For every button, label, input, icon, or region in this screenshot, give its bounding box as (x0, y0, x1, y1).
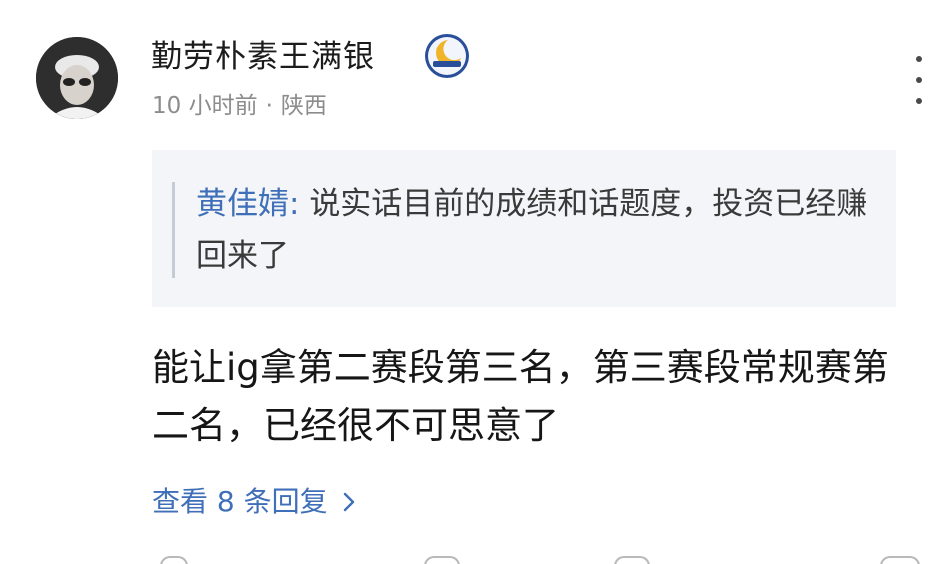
more-vertical-icon[interactable] (906, 56, 932, 104)
meta-separator: · (265, 93, 273, 119)
timestamp: 10 小时前 (152, 93, 258, 119)
user-avatar-icon (36, 37, 118, 119)
more-dot (916, 77, 922, 83)
location: 陕西 (280, 93, 327, 119)
more-dot (916, 56, 922, 62)
avatar[interactable] (36, 37, 118, 119)
comment-body: 能让ig拿第二赛段第三名，第三赛段常规赛第二名，已经很不可思意了 (152, 346, 889, 447)
moon-badge-icon (424, 33, 470, 79)
quote-text: 黄佳婧: 说实话目前的成绩和话题度，投资已经赚回来了 (196, 178, 886, 282)
quote-author[interactable]: 黄佳婧: (196, 186, 299, 222)
comment-meta: 10 小时前 · 陕西 (152, 89, 327, 123)
view-replies-button[interactable]: 查看 8 条回复 (152, 482, 356, 522)
action-bar-partial (0, 556, 952, 564)
quote-bar (172, 182, 175, 278)
author-name[interactable]: 勤劳朴素王满银 (151, 35, 375, 79)
more-dot (916, 98, 922, 104)
view-replies-label: 查看 8 条回复 (152, 485, 328, 518)
quoted-reply: 黄佳婧: 说实话目前的成绩和话题度，投资已经赚回来了 (152, 150, 896, 307)
chevron-right-icon (342, 491, 356, 513)
